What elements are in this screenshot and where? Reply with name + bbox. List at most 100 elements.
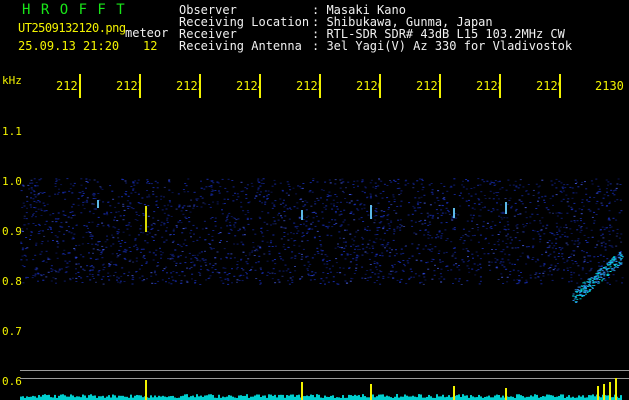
noise-pixel <box>415 233 418 235</box>
level-bar <box>330 395 332 400</box>
noise-pixel <box>383 225 386 227</box>
noise-pixel <box>194 280 197 282</box>
noise-pixel <box>589 260 592 262</box>
level-bar <box>304 396 306 400</box>
noise-pixel <box>301 240 304 242</box>
noise-pixel <box>521 252 524 254</box>
noise-pixel <box>477 198 480 200</box>
noise-pixel <box>429 204 432 206</box>
noise-pixel <box>597 185 600 187</box>
noise-pixel <box>52 213 55 215</box>
noise-pixel <box>274 200 277 202</box>
noise-pixel <box>179 244 182 246</box>
noise-pixel <box>117 255 120 257</box>
noise-pixel <box>246 217 249 219</box>
noise-pixel <box>620 233 623 235</box>
noise-pixel <box>368 239 371 241</box>
noise-pixel <box>539 235 542 237</box>
noise-pixel <box>375 211 378 213</box>
noise-pixel <box>32 259 35 261</box>
noise-pixel <box>400 253 403 255</box>
noise-pixel <box>124 258 127 260</box>
noise-pixel <box>185 280 188 282</box>
noise-pixel <box>286 208 289 210</box>
noise-pixel <box>382 277 385 279</box>
noise-pixel <box>506 276 509 278</box>
noise-pixel <box>386 250 389 252</box>
noise-pixel <box>220 240 222 241</box>
noise-pixel <box>134 238 137 240</box>
noise-pixel <box>374 255 377 257</box>
level-bar <box>246 394 248 400</box>
noise-pixel <box>218 192 221 194</box>
noise-pixel <box>131 283 134 285</box>
noise-pixel <box>240 267 243 269</box>
noise-pixel <box>356 180 359 182</box>
noise-pixel <box>524 225 527 227</box>
noise-pixel <box>193 204 196 206</box>
noise-pixel <box>186 267 188 269</box>
level-bar <box>292 394 294 400</box>
noise-pixel <box>516 232 519 234</box>
noise-pixel <box>450 241 453 243</box>
rising-signal-pixel <box>607 268 610 270</box>
level-bar <box>206 395 208 400</box>
noise-pixel <box>150 272 153 274</box>
noise-pixel <box>549 270 552 272</box>
noise-pixel <box>321 211 324 213</box>
noise-pixel <box>308 229 311 230</box>
noise-pixel <box>383 183 386 185</box>
noise-pixel <box>602 241 605 243</box>
noise-pixel <box>309 263 312 265</box>
noise-pixel <box>244 255 247 257</box>
rising-signal-pixel <box>611 268 614 269</box>
noise-pixel <box>479 184 482 186</box>
noise-pixel <box>364 187 367 189</box>
rising-signal-pixel <box>596 277 599 279</box>
noise-pixel <box>349 261 352 263</box>
noise-pixel <box>287 239 290 241</box>
noise-pixel <box>200 206 203 208</box>
noise-pixel <box>206 269 209 271</box>
noise-pixel <box>214 217 217 219</box>
noise-pixel <box>529 202 532 203</box>
noise-pixel <box>549 253 552 255</box>
level-bar <box>134 395 136 400</box>
noise-pixel <box>194 282 197 284</box>
noise-pixel <box>184 256 187 258</box>
noise-pixel <box>470 188 473 189</box>
noise-pixel <box>290 232 293 234</box>
level-bar <box>470 395 472 400</box>
noise-pixel <box>465 248 468 250</box>
noise-pixel <box>382 227 385 229</box>
noise-pixel <box>150 275 153 277</box>
noise-pixel <box>581 250 584 252</box>
noise-pixel <box>301 276 304 278</box>
noise-pixel <box>369 269 372 271</box>
level-bar <box>184 394 186 400</box>
level-bar <box>262 395 264 400</box>
rising-signal-pixel <box>611 258 614 260</box>
noise-pixel <box>152 252 155 254</box>
noise-pixel <box>378 178 380 180</box>
rising-signal-pixel <box>602 267 605 269</box>
noise-pixel <box>136 249 139 251</box>
noise-pixel <box>471 235 474 237</box>
noise-pixel <box>134 239 137 241</box>
noise-pixel <box>284 204 287 206</box>
noise-pixel <box>542 272 545 274</box>
noise-pixel <box>263 196 266 198</box>
noise-pixel <box>128 205 131 207</box>
noise-pixel <box>279 203 282 205</box>
noise-pixel <box>321 260 324 262</box>
noise-pixel <box>608 233 611 235</box>
noise-pixel <box>56 246 59 248</box>
noise-pixel <box>486 222 489 224</box>
level-bar <box>162 395 164 400</box>
noise-pixel <box>499 188 502 190</box>
noise-pixel <box>492 209 495 211</box>
noise-pixel <box>72 203 75 205</box>
noise-pixel <box>219 232 222 234</box>
noise-pixel <box>575 262 578 264</box>
noise-pixel <box>34 196 37 198</box>
